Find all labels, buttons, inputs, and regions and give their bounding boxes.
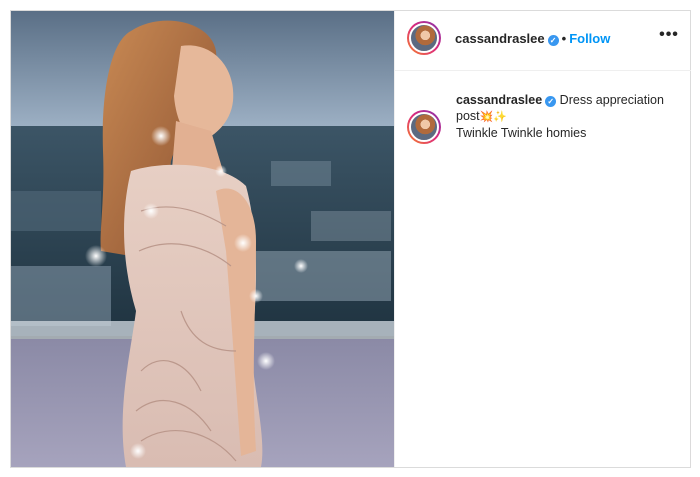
post-side-panel: cassandraslee ✓ • Follow ••• cassandraslee ✓… [394,11,691,467]
instagram-post: cassandraslee ✓ • Follow ••• cassandraslee ✓… [10,10,691,468]
post-photo[interactable] [11,11,394,467]
post-caption: cassandraslee ✓ Dress appreciation post💥✨… [456,92,682,141]
post-image [11,11,394,467]
caption-username[interactable]: cassandraslee [456,93,542,107]
caption-text-line2: post [456,109,480,123]
header-avatar[interactable] [407,21,441,55]
separator-dot: • [561,31,567,46]
post-header: cassandraslee ✓ • Follow ••• [395,11,691,71]
verified-badge-icon: ✓ [545,96,557,107]
header-username[interactable]: cassandraslee [455,31,545,46]
sparkle-emoji-icon: 💥✨ [479,111,508,123]
verified-badge-icon: ✓ [547,35,559,46]
caption-avatar[interactable] [407,110,441,144]
avatar-photo [409,112,439,142]
avatar-photo [409,23,439,53]
header-user-line: cassandraslee ✓ • Follow [455,31,610,46]
caption-text-line3: Twinkle Twinkle homies [456,126,587,140]
more-horizontal-icon[interactable]: ••• [659,27,679,47]
follow-button[interactable]: Follow [569,31,610,46]
caption-text-line1: Dress appreciation [559,93,664,107]
